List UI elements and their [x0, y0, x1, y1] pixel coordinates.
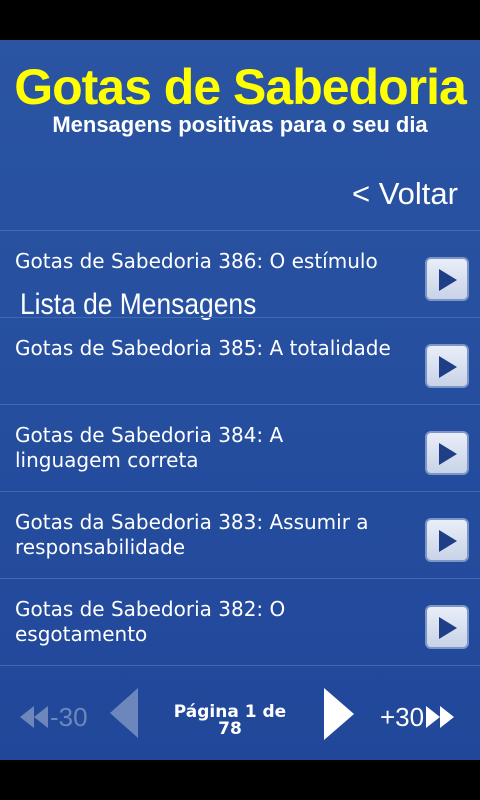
list-item[interactable]: Gotas de Sabedoria 382: O esgotamento	[0, 578, 480, 666]
play-button[interactable]	[425, 605, 469, 649]
nav-bar: Lista de Mensagens < Voltar	[0, 150, 480, 320]
message-title: Gotas de Sabedoria 384: A linguagem corr…	[15, 423, 284, 472]
next-30-button[interactable]: +30	[380, 702, 455, 733]
app-screen: Gotas de Sabedoria Mensagens positivas p…	[0, 40, 480, 760]
double-chevron-left-icon	[20, 706, 48, 729]
prev-page-button[interactable]	[110, 688, 138, 742]
bottom-bar	[0, 760, 480, 800]
message-title: Gotas da Sabedoria 383: Assumir a respon…	[15, 510, 369, 559]
play-icon	[439, 356, 457, 378]
app-header: Gotas de Sabedoria Mensagens positivas p…	[0, 40, 480, 150]
next-30-label: +30	[380, 702, 425, 733]
play-button[interactable]	[425, 344, 469, 388]
triangle-right-icon	[324, 688, 354, 740]
prev-30-button[interactable]: -30	[20, 702, 88, 730]
play-button[interactable]	[425, 518, 469, 562]
play-icon	[439, 269, 457, 291]
next-page-button[interactable]	[324, 688, 354, 744]
message-title: Gotas de Sabedoria 385: A totalidade	[15, 336, 391, 360]
play-icon	[439, 530, 457, 552]
pagination-bar: -30 Página 1 de 78 +30	[0, 672, 480, 756]
back-button[interactable]: < Voltar	[352, 178, 458, 209]
double-chevron-right-icon	[426, 706, 455, 729]
play-button[interactable]	[425, 257, 469, 301]
triangle-left-icon	[110, 688, 138, 738]
message-title: Gotas de Sabedoria 382: O esgotamento	[15, 597, 286, 646]
list-item[interactable]: Gotas de Sabedoria 385: A totalidade	[0, 317, 480, 404]
list-item[interactable]: Gotas da Sabedoria 383: Assumir a respon…	[0, 491, 480, 578]
message-title: Gotas de Sabedoria 386: O estímulo	[15, 249, 378, 273]
play-icon	[439, 617, 457, 639]
list-item[interactable]: Gotas de Sabedoria 386: O estímulo	[0, 230, 480, 317]
play-button[interactable]	[425, 431, 469, 475]
page-indicator: Página 1 de 78	[173, 702, 287, 739]
prev-30-label: -30	[50, 702, 88, 733]
app-subtitle: Mensagens positivas para o seu dia	[52, 112, 428, 137]
play-icon	[439, 443, 457, 465]
list-item[interactable]: Gotas de Sabedoria 384: A linguagem corr…	[0, 404, 480, 491]
app-title: Gotas de Sabedoria	[14, 59, 467, 115]
message-list: Gotas de Sabedoria 386: O estímulo Gotas…	[0, 230, 480, 666]
status-bar	[0, 0, 480, 40]
